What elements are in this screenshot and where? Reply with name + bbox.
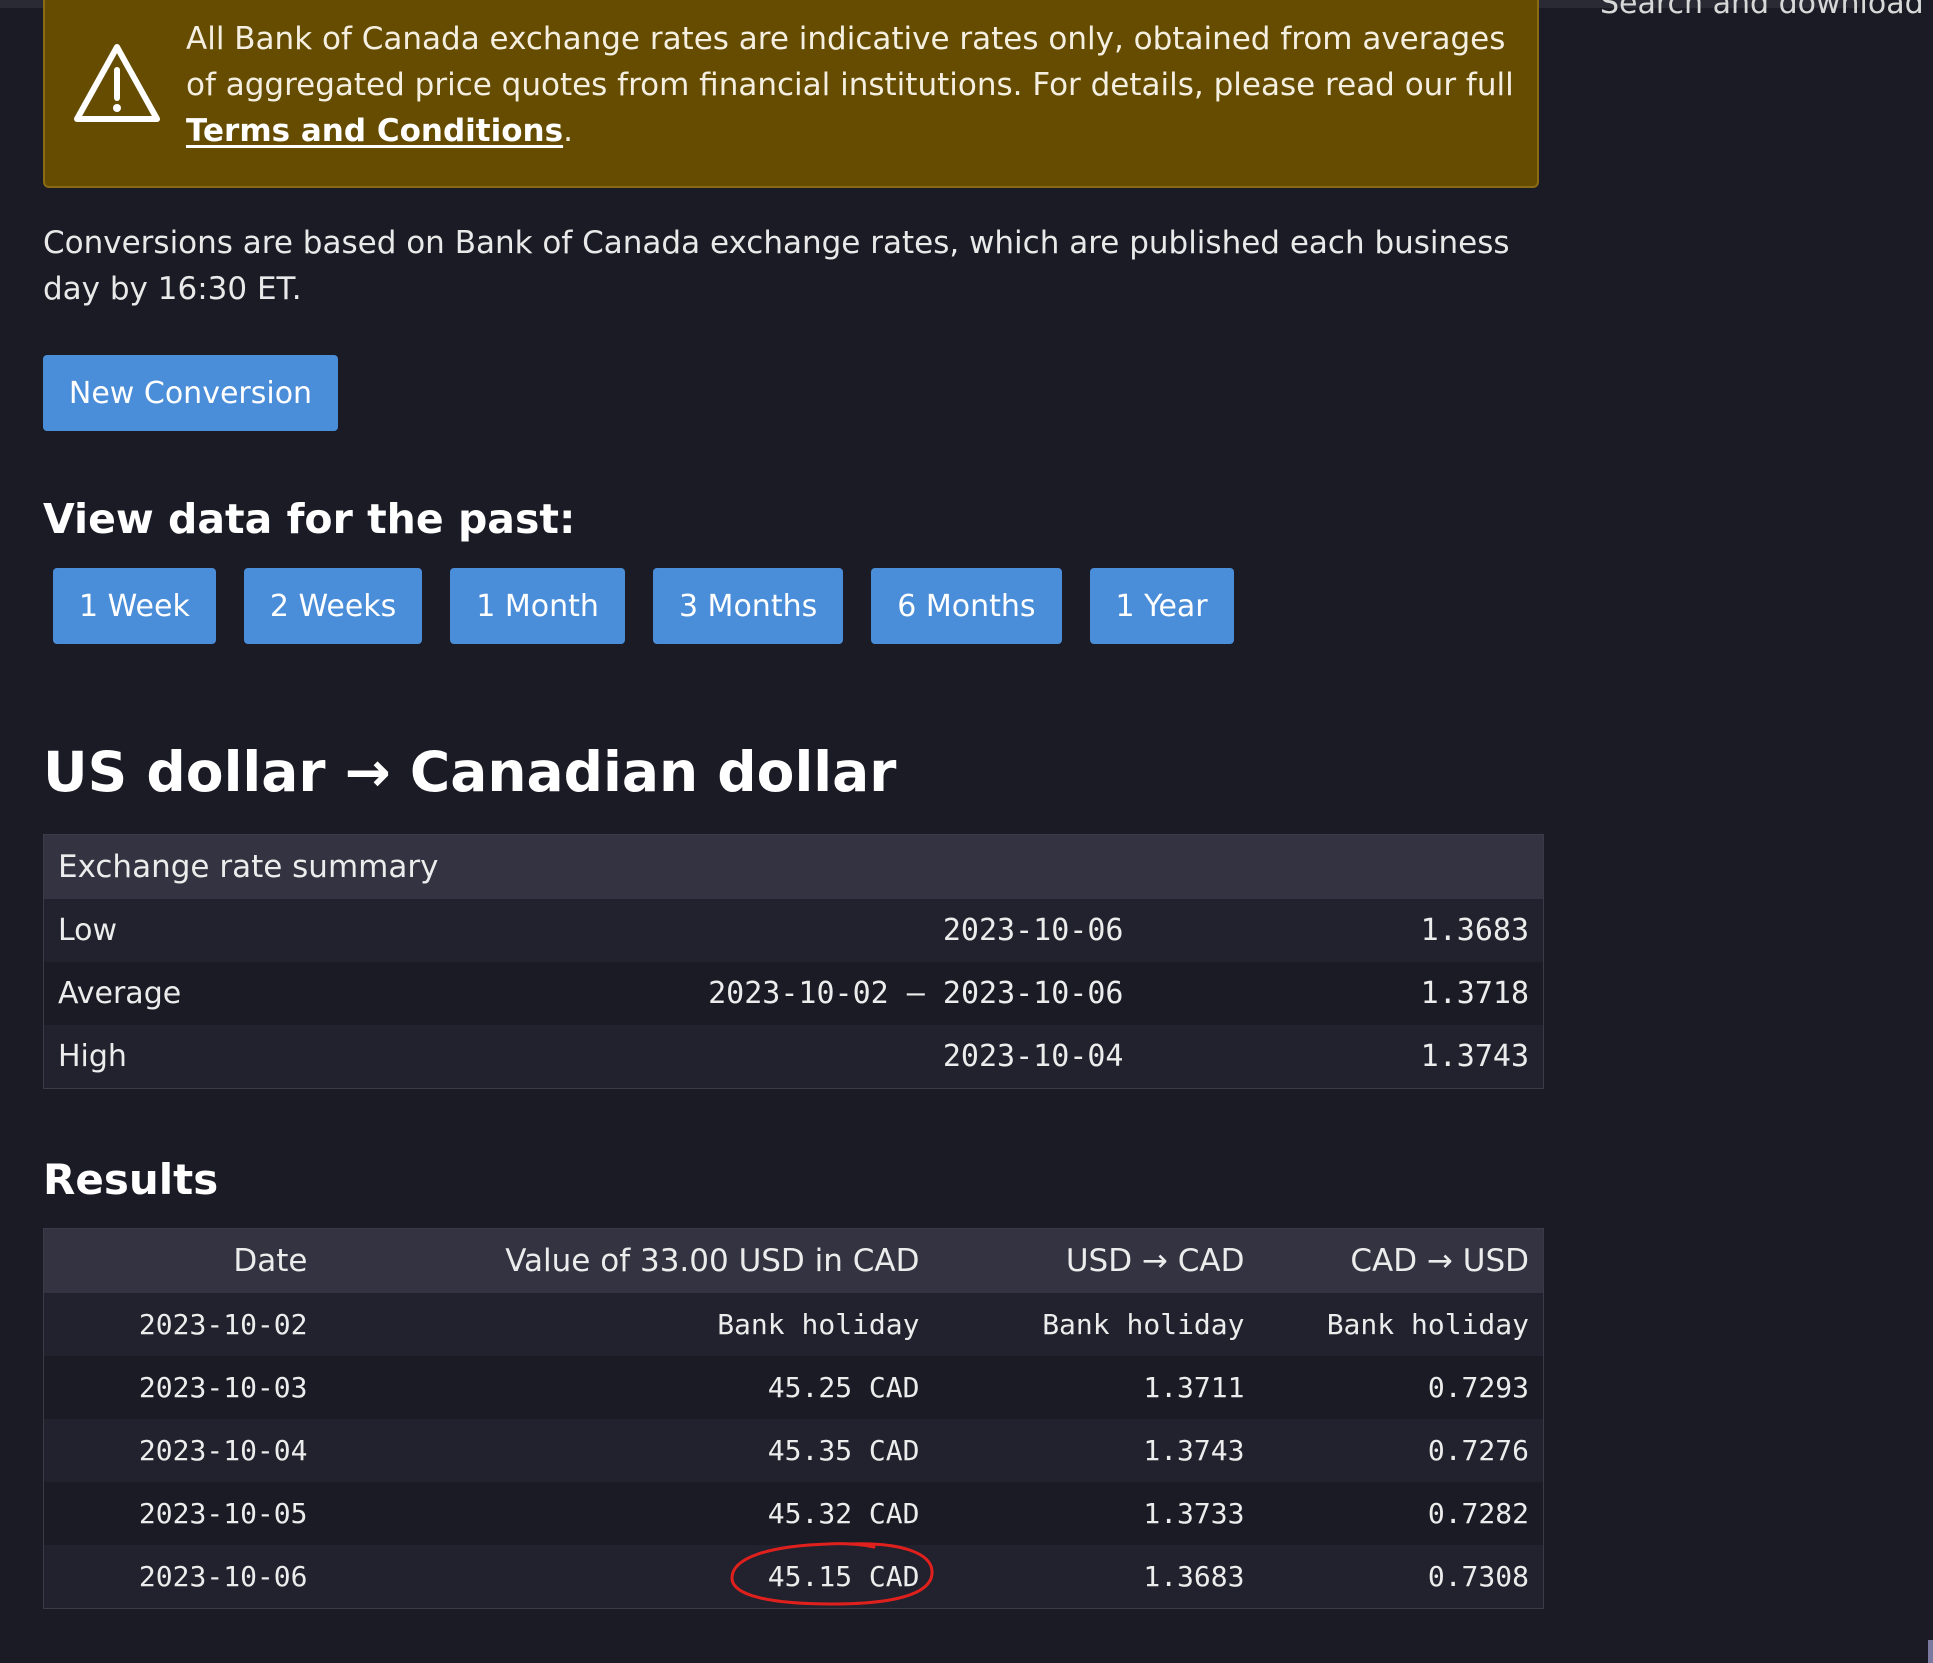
row-cad-usd: 0.7308 [1258,1545,1544,1609]
period-3-months-button[interactable]: 3 Months [652,568,844,644]
new-conversion-button[interactable]: New Conversion [43,355,338,431]
summary-value: 1.3683 [1123,899,1544,962]
column-header-cad-usd: CAD → USD [1258,1228,1544,1293]
row-usd-cad: 1.3743 [933,1419,1259,1482]
summary-row-average: Average 2023-10-02 – 2023-10-06 1.3718 [43,962,1544,1025]
row-cad-usd: 0.7276 [1258,1419,1544,1482]
row-value: 45.25 CAD [323,1356,934,1419]
highlighted-value-text: 45.15 CAD [767,1560,920,1593]
summary-row-high: High 2023-10-04 1.3743 [43,1025,1544,1089]
period-buttons: 1 Week 2 Weeks 1 Month 3 Months 6 Months… [53,568,1234,644]
period-1-week-button[interactable]: 1 Week [53,568,216,644]
sidebar-search-link[interactable]: Search and download [1600,0,1924,21]
column-header-value: Value of 33.00 USD in CAD [323,1228,934,1293]
results-heading: Results [43,1155,219,1204]
table-row: 2023-10-05 45.32 CAD 1.3733 0.7282 [43,1482,1544,1545]
exchange-rate-summary-table: Exchange rate summary Low 2023-10-06 1.3… [43,834,1545,1089]
column-header-date: Date [43,1228,324,1293]
row-date: 2023-10-06 [43,1545,324,1609]
results-header-row: Date Value of 33.00 USD in CAD USD → CAD… [43,1228,1544,1293]
row-usd-cad: Bank holiday [933,1293,1259,1356]
summary-label: High [43,1025,494,1089]
period-2-weeks-button[interactable]: 2 Weeks [243,568,423,644]
row-value: 45.32 CAD [323,1482,934,1545]
highlighted-value: 45.15 CAD [730,1542,934,1606]
row-usd-cad: 1.3711 [933,1356,1259,1419]
terms-alert: All Bank of Canada exchange rates are in… [43,0,1539,188]
period-6-months-button[interactable]: 6 Months [871,568,1062,644]
terms-and-conditions-link[interactable]: Terms and Conditions [186,113,563,149]
alert-text-before: All Bank of Canada exchange rates are in… [186,21,1514,103]
row-usd-cad: 1.3733 [933,1482,1259,1545]
summary-date: 2023-10-02 – 2023-10-06 [493,962,1124,1025]
row-date: 2023-10-04 [43,1419,324,1482]
table-row: 2023-10-03 45.25 CAD 1.3711 0.7293 [43,1356,1544,1419]
row-usd-cad: 1.3683 [933,1545,1259,1609]
scrollbar-edge[interactable] [1928,1640,1933,1663]
row-date: 2023-10-05 [43,1482,324,1545]
period-1-year-button[interactable]: 1 Year [1089,568,1234,644]
summary-date: 2023-10-04 [493,1025,1124,1089]
period-1-month-button[interactable]: 1 Month [450,568,625,644]
view-data-heading: View data for the past: [43,495,576,543]
summary-value: 1.3743 [1123,1025,1544,1089]
summary-header: Exchange rate summary [43,834,1544,899]
summary-value: 1.3718 [1123,962,1544,1025]
table-row: 2023-10-02 Bank holiday Bank holiday Ban… [43,1293,1544,1356]
conversion-note: Conversions are based on Bank of Canada … [43,225,1510,307]
currency-pair-heading: US dollar → Canadian dollar [43,740,897,804]
alert-text-after: . [563,113,573,149]
row-cad-usd: Bank holiday [1258,1293,1544,1356]
row-cad-usd: 0.7293 [1258,1356,1544,1419]
column-header-usd-cad: USD → CAD [933,1228,1259,1293]
alert-message: All Bank of Canada exchange rates are in… [186,16,1526,154]
row-value-highlighted: 45.15 CAD [323,1542,934,1609]
table-row: 2023-10-04 45.35 CAD 1.3743 0.7276 [43,1419,1544,1482]
summary-date: 2023-10-06 [493,899,1124,962]
summary-label: Average [43,962,494,1025]
summary-label: Low [43,899,494,962]
table-row: 2023-10-06 45.15 CAD 1.3683 0.7308 [43,1542,1544,1609]
row-value: Bank holiday [323,1293,934,1356]
results-table: Date Value of 33.00 USD in CAD USD → CAD… [43,1228,1544,1609]
summary-row-low: Low 2023-10-06 1.3683 [43,899,1544,962]
row-value: 45.35 CAD [323,1419,934,1482]
row-cad-usd: 0.7282 [1258,1482,1544,1545]
warning-triangle-icon [74,44,160,122]
row-date: 2023-10-03 [43,1356,324,1419]
row-date: 2023-10-02 [43,1293,324,1356]
